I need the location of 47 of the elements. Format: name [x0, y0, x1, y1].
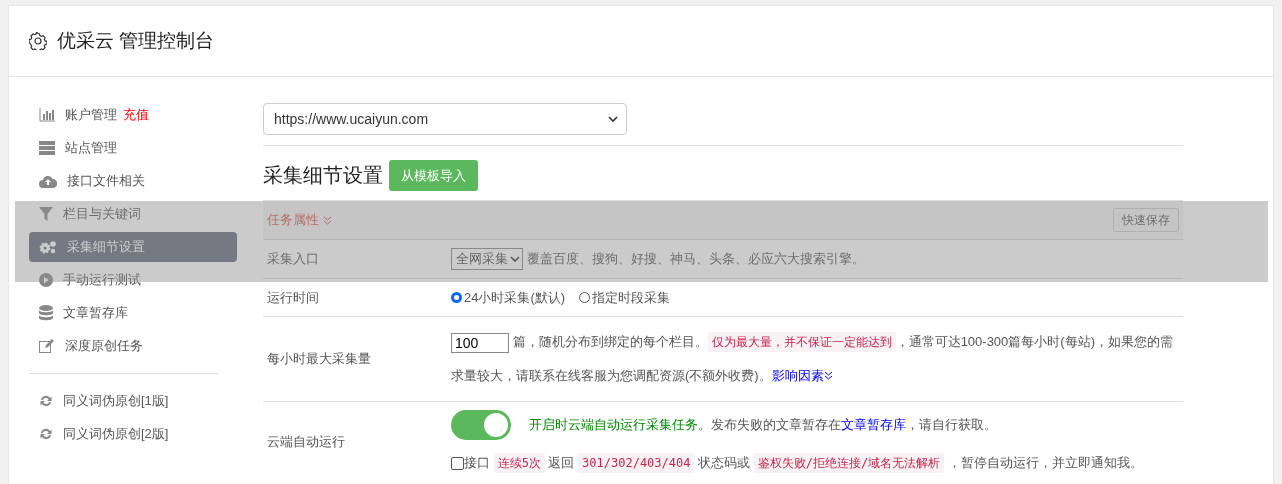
page-title: 优采云 管理控制台	[57, 29, 215, 53]
database-icon	[39, 305, 53, 321]
notify-option: 接口 连续5次 返回 301/302/403/404 状态码或 鉴权失败/拒绝连接/域名无法解析 ，暂停自动运行，并立即通知我。	[451, 452, 1183, 474]
field-label: 每小时最大采集量	[266, 350, 372, 368]
section-heading: 采集细节设置	[263, 163, 383, 188]
edit-icon	[39, 339, 55, 353]
code-text: 301/302/403/404	[578, 453, 695, 473]
double-chevron-icon	[823, 371, 833, 380]
sidebar-item[interactable]: 账户管理 充值	[29, 100, 237, 130]
code-text: 鉴权失败/拒绝连接/域名无法解析	[753, 453, 945, 473]
toggle-switch[interactable]	[451, 410, 511, 440]
radio-option[interactable]: 指定时段采集	[579, 288, 671, 307]
sidebar-item[interactable]: 同义词伪原创[1版]	[29, 386, 237, 416]
server-icon	[39, 141, 55, 155]
caret-icon	[510, 255, 520, 263]
radio-option[interactable]: 24小时采集(默认)	[451, 288, 566, 307]
number-field[interactable]: 100	[451, 332, 509, 353]
radio-button[interactable]	[451, 292, 462, 303]
play-icon	[39, 273, 53, 287]
entry-select[interactable]: 全网采集	[451, 248, 523, 270]
entry-note: 覆盖百度、搜狗、好搜、神马、头条、必应六大搜索引擎。	[527, 250, 865, 268]
limit-description: 100 篇，随机分布到绑定的每个栏目。 仅为最大量，并不保证一定能达到 ，通常可达100-300篇每小时(每站)，如果您的需求量较大，请联系在线客服为您调配资源(不额外收费)。影响因素	[451, 325, 1183, 393]
sidebar-item[interactable]: 深度原创任务	[29, 331, 237, 361]
field-label: 云端自动运行	[266, 433, 346, 451]
bar-chart-icon	[39, 108, 55, 122]
double-chevron-icon	[323, 215, 332, 225]
radio-button[interactable]	[579, 292, 591, 303]
checkbox[interactable]	[451, 457, 464, 471]
cloud-upload-icon	[39, 174, 57, 188]
caret-icon	[608, 115, 618, 123]
settings-icon	[29, 32, 47, 50]
field-label: 运行时间	[266, 288, 320, 307]
field-label: 采集入口	[266, 250, 320, 268]
gears-icon	[39, 240, 57, 254]
toggle-description: 开启时云端自动运行采集任务。发布失败的文章暂存在文章暂存库，请自行获取。	[529, 416, 997, 434]
filter-icon	[39, 207, 53, 221]
refresh-icon	[39, 394, 53, 408]
link[interactable]: 文章暂存库	[841, 417, 906, 432]
code-text: 仅为最大量，并不保证一定能达到	[707, 332, 896, 352]
sidebar-item[interactable]: 同义词伪原创[2版]	[29, 419, 237, 449]
sidebar-item[interactable]: 站点管理	[29, 133, 237, 163]
site-select[interactable]: https://www.ucaiyun.com	[263, 103, 627, 135]
sidebar-item[interactable]: 文章暂存库	[29, 298, 237, 328]
code-text: 连续5次	[493, 453, 545, 473]
refresh-icon	[39, 427, 53, 441]
sidebar-item[interactable]: 接口文件相关	[29, 166, 237, 196]
link[interactable]: 影响因素	[771, 368, 824, 383]
